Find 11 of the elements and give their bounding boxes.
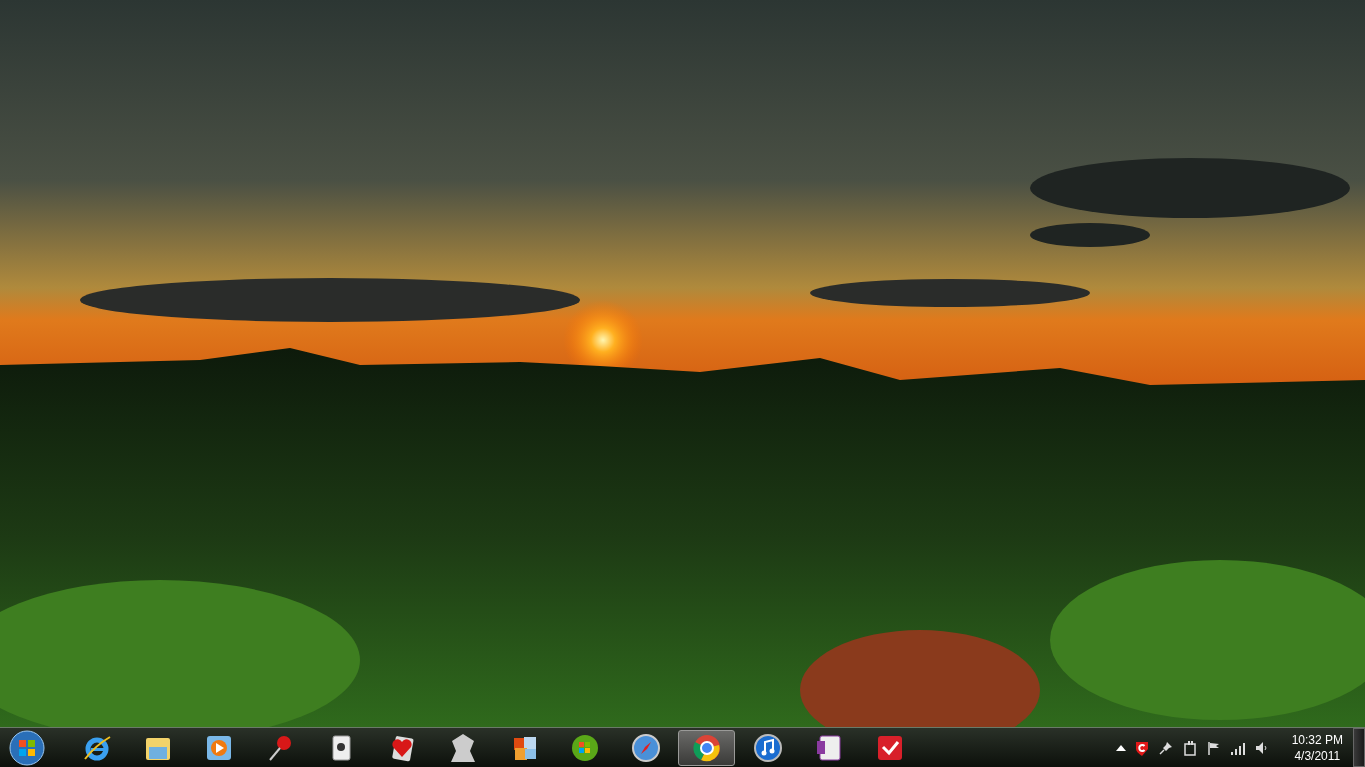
colored-orb-icon xyxy=(569,732,600,763)
clock[interactable]: 10:32 PM 4/3/2011 xyxy=(1277,731,1353,764)
taskbar-app-button[interactable] xyxy=(678,729,735,766)
shield-icon[interactable] xyxy=(1133,739,1150,756)
compass-icon xyxy=(630,732,661,763)
music-note-icon xyxy=(752,732,783,763)
pushpin-icon[interactable] xyxy=(1157,739,1174,756)
power-plug-icon[interactable] xyxy=(1181,739,1198,756)
show-hidden-icons-arrow-icon[interactable] xyxy=(1115,744,1126,751)
start-button[interactable] xyxy=(6,728,48,767)
show-desktop-button[interactable] xyxy=(1353,728,1365,767)
